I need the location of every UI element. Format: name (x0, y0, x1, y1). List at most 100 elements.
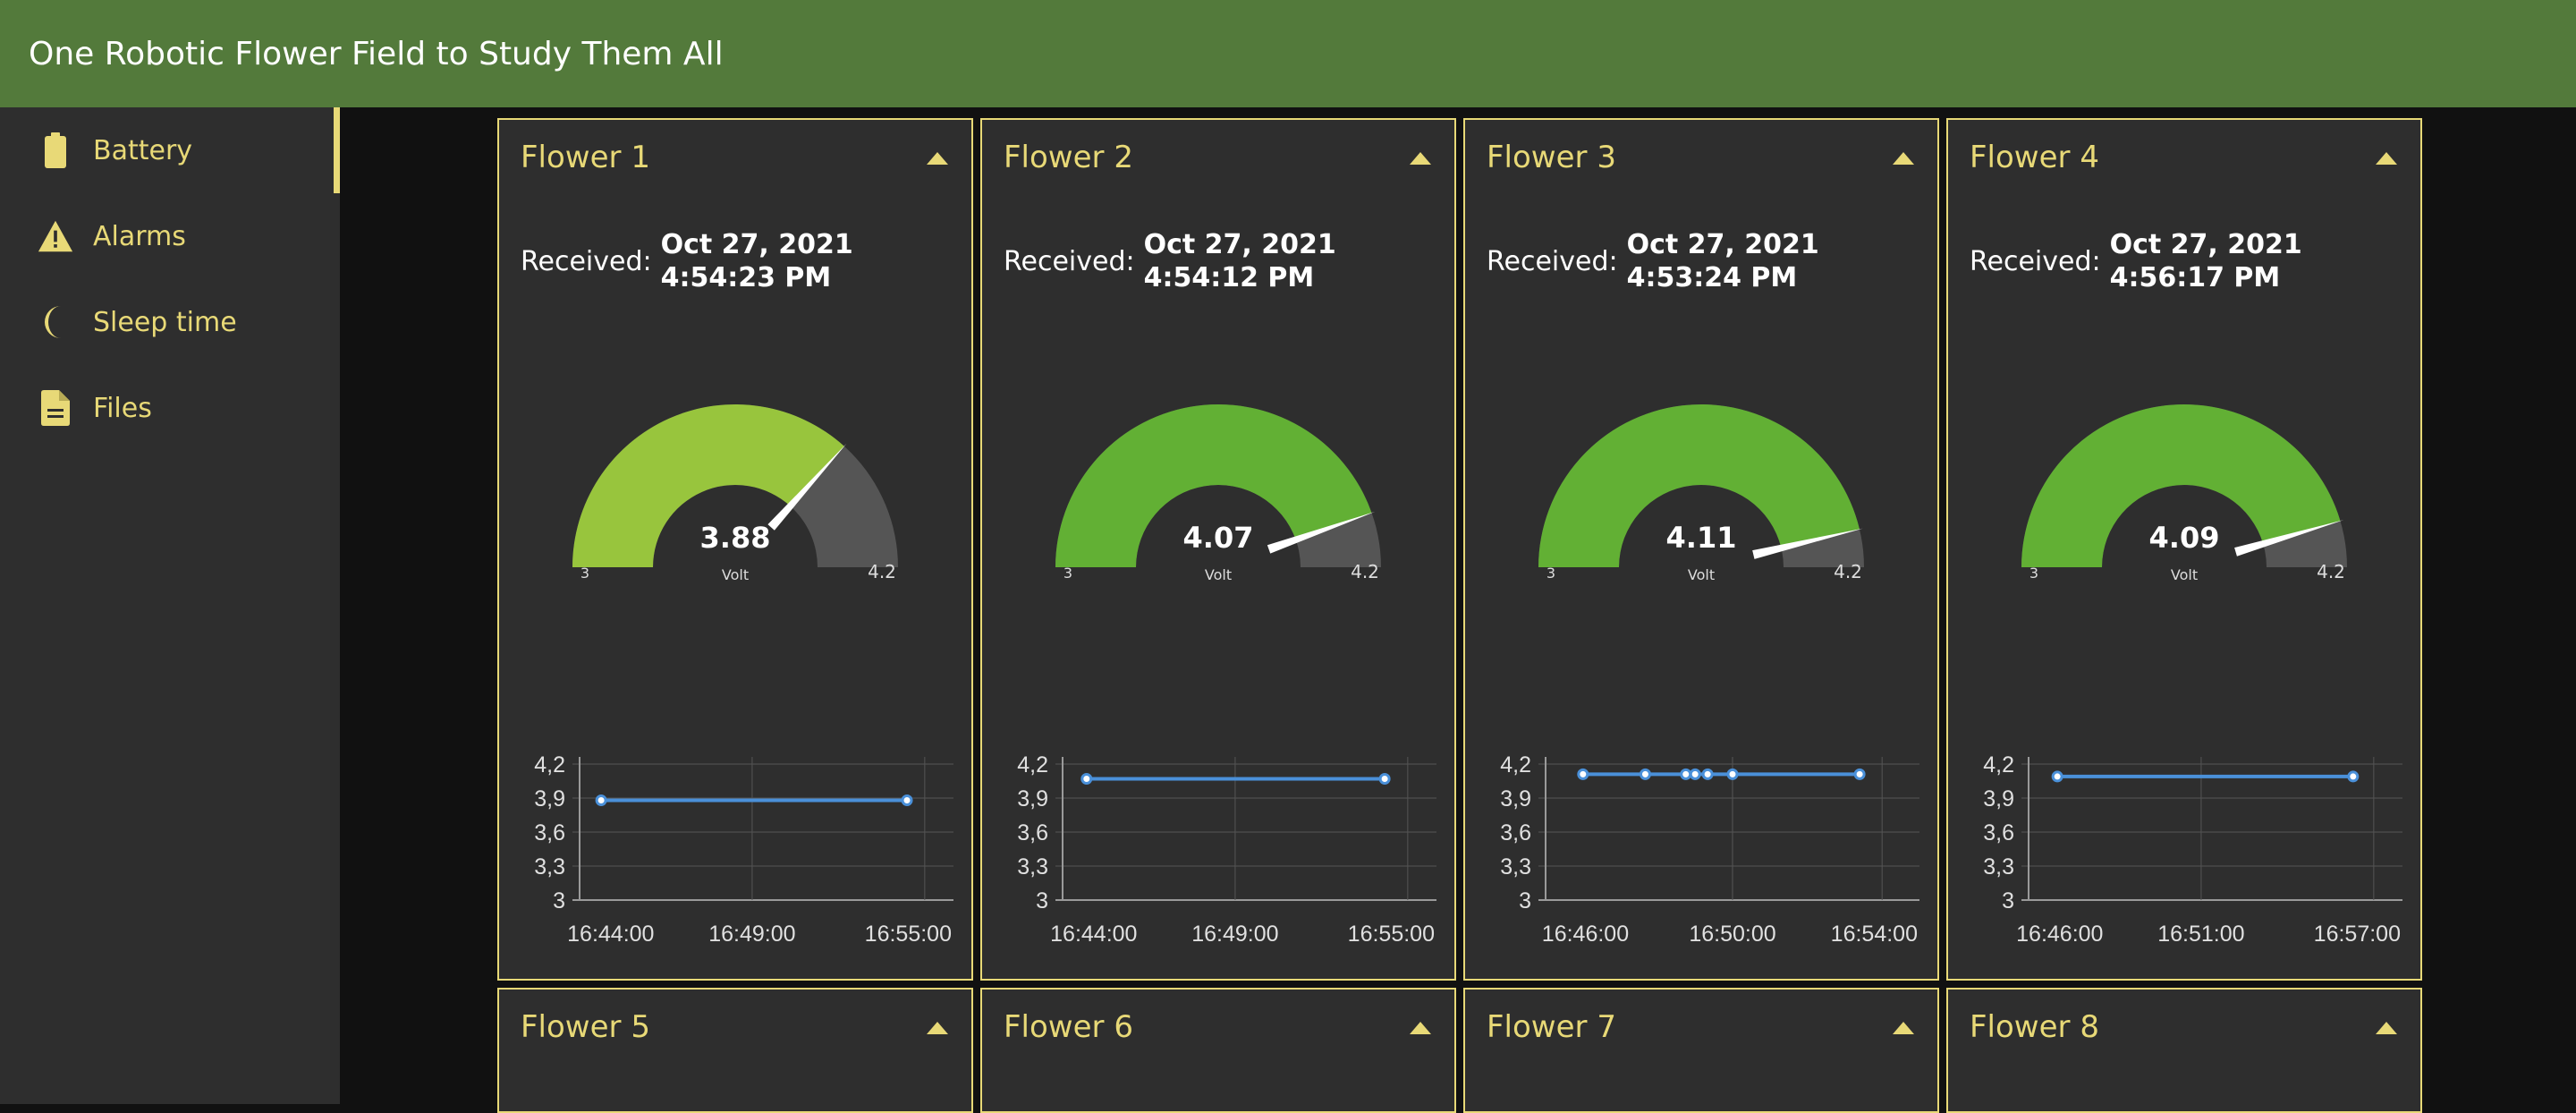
data-point (1680, 768, 1692, 780)
data-point (595, 794, 607, 807)
sidebar-item-files[interactable]: Files (0, 365, 340, 451)
card-title: Flower 5 (521, 1009, 650, 1045)
battery-icon (38, 131, 73, 170)
sidebar-item-alarms[interactable]: Alarms (0, 193, 340, 279)
sidebar-item-battery[interactable]: Battery (0, 107, 340, 193)
data-point (1639, 768, 1651, 780)
x-tick-label: 16:55:00 (1348, 922, 1435, 947)
received-row: Received: Oct 27, 2021 4:53:24 PM (1487, 225, 1925, 297)
y-tick-label: 3,6 (1983, 820, 2014, 845)
card-title: Flower 3 (1487, 140, 1616, 175)
app-header: One Robotic Flower Field to Study Them A… (0, 0, 2576, 107)
received-label: Received: (521, 245, 652, 277)
card-title: Flower 4 (1970, 140, 2099, 175)
y-tick-label: 3,9 (1983, 786, 2014, 811)
x-tick-label: 16:57:00 (2314, 922, 2401, 947)
y-tick-label: 4,2 (1017, 752, 1048, 777)
gauge-value: 4.11 (1666, 521, 1737, 555)
flower-card-3: Flower 3 Received: Oct 27, 2021 4:53:24 … (1463, 118, 1939, 981)
sidebar-item-sleep-time[interactable]: Sleep time (0, 279, 340, 365)
received-label: Received: (1004, 245, 1135, 277)
voltage-history-chart: 4,2 3,9 3,6 3,3 316:44:00 16:49:00 16:55:00 (534, 752, 953, 947)
flower-card-2: Flower 2 Received: Oct 27, 2021 4:54:12 … (980, 118, 1456, 981)
x-tick-label: 16:51:00 (2157, 922, 2244, 947)
card-header[interactable]: Flower 5 (499, 990, 971, 1070)
chevron-up-icon[interactable] (1891, 150, 1916, 168)
received-label: Received: (1487, 245, 1618, 277)
y-tick-label: 3 (553, 888, 565, 913)
received-label: Received: (1970, 245, 2101, 277)
voltage-history-chart: 4,2 3,9 3,6 3,3 3 16:46:00 16:50:00 16:54:00 (1500, 752, 1919, 947)
card-header[interactable]: Flower 4 (1948, 120, 2420, 200)
chevron-up-icon[interactable] (2374, 150, 2399, 168)
y-tick-label: 3,3 (1017, 854, 1048, 879)
chevron-up-icon[interactable] (1408, 150, 1433, 168)
card-title: Flower 7 (1487, 1009, 1616, 1045)
sidebar-item-label: Alarms (93, 220, 186, 252)
sidebar: Battery Alarms Sleep time Files (0, 107, 340, 1104)
y-tick-label: 4,2 (1500, 752, 1531, 777)
flower-card-7: Flower 7 (1463, 988, 1939, 1113)
card-header[interactable]: Flower 6 (982, 990, 1454, 1070)
card-header[interactable]: Flower 2 (982, 120, 1454, 200)
gauge-value: 4.07 (1183, 521, 1254, 555)
gauge-min-label: 3 (580, 565, 589, 582)
y-tick-label: 3,9 (534, 786, 565, 811)
gauge-max-label: 4.2 (1351, 561, 1379, 582)
gauge-unit: Volt (722, 566, 749, 583)
gauge-value: 4.09 (2149, 521, 2220, 555)
file-icon (38, 388, 73, 428)
y-tick-label: 3 (1036, 888, 1048, 913)
gauge-unit: Volt (2171, 566, 2198, 583)
sidebar-item-label: Battery (93, 134, 193, 166)
y-tick-label: 3,6 (534, 820, 565, 845)
data-point (2051, 770, 2063, 783)
flower-card-5: Flower 5 (497, 988, 973, 1113)
gauge-max-label: 4.2 (2317, 561, 2345, 582)
x-tick-label: 16:54:00 (1831, 922, 1918, 947)
warning-icon (38, 217, 73, 256)
chevron-up-icon[interactable] (1891, 1020, 1916, 1038)
x-tick-label: 16:44:00 (1050, 922, 1137, 947)
data-point (1080, 772, 1093, 785)
chevron-up-icon[interactable] (925, 150, 950, 168)
received-timestamp: Oct 27, 2021 4:54:12 PM (1143, 229, 1336, 293)
y-tick-label: 3,3 (1983, 854, 2014, 879)
data-point (1577, 768, 1589, 780)
received-timestamp: Oct 27, 2021 4:56:17 PM (2109, 229, 2302, 293)
voltage-history-chart: 4,2 3,9 3,6 3,3 316:46:00 16:51:00 16:57:00 (1983, 752, 2402, 947)
card-header[interactable]: Flower 7 (1465, 990, 1937, 1070)
received-row: Received: Oct 27, 2021 4:54:12 PM (1004, 225, 1442, 297)
y-tick-label: 3,6 (1500, 820, 1531, 845)
received-row: Received: Oct 27, 2021 4:56:17 PM (1970, 225, 2408, 297)
x-tick-label: 16:44:00 (567, 922, 654, 947)
x-tick-label: 16:46:00 (2016, 922, 2103, 947)
y-tick-label: 3,9 (1500, 786, 1531, 811)
gauge-value: 3.88 (700, 521, 771, 555)
x-tick-label: 16:49:00 (708, 922, 795, 947)
card-header[interactable]: Flower 3 (1465, 120, 1937, 200)
received-timestamp: Oct 27, 2021 4:54:23 PM (660, 229, 853, 293)
chevron-up-icon[interactable] (2374, 1020, 2399, 1038)
x-tick-label: 16:46:00 (1542, 922, 1629, 947)
y-tick-label: 4,2 (1983, 752, 2014, 777)
received-row: Received: Oct 27, 2021 4:54:23 PM (521, 225, 959, 297)
y-tick-label: 4,2 (534, 752, 565, 777)
card-title: Flower 2 (1004, 140, 1133, 175)
chevron-up-icon[interactable] (925, 1020, 950, 1038)
gauge-unit: Volt (1688, 566, 1715, 583)
card-title: Flower 6 (1004, 1009, 1133, 1045)
data-point (901, 794, 913, 807)
gauge-max-label: 4.2 (868, 561, 896, 582)
card-header[interactable]: Flower 8 (1948, 990, 2420, 1070)
received-timestamp: Oct 27, 2021 4:53:24 PM (1626, 229, 1819, 293)
data-point (1689, 768, 1701, 780)
card-header[interactable]: Flower 1 (499, 120, 971, 200)
voltage-gauge: 4.09 Volt 3 4.2 (2021, 404, 2347, 583)
app-title: One Robotic Flower Field to Study Them A… (29, 35, 724, 72)
sidebar-item-label: Sleep time (93, 306, 237, 338)
chevron-up-icon[interactable] (1408, 1020, 1433, 1038)
card-title: Flower 1 (521, 140, 650, 175)
x-tick-label: 16:55:00 (865, 922, 952, 947)
voltage-gauge: 4.11 Volt 3 4.2 (1538, 404, 1864, 583)
